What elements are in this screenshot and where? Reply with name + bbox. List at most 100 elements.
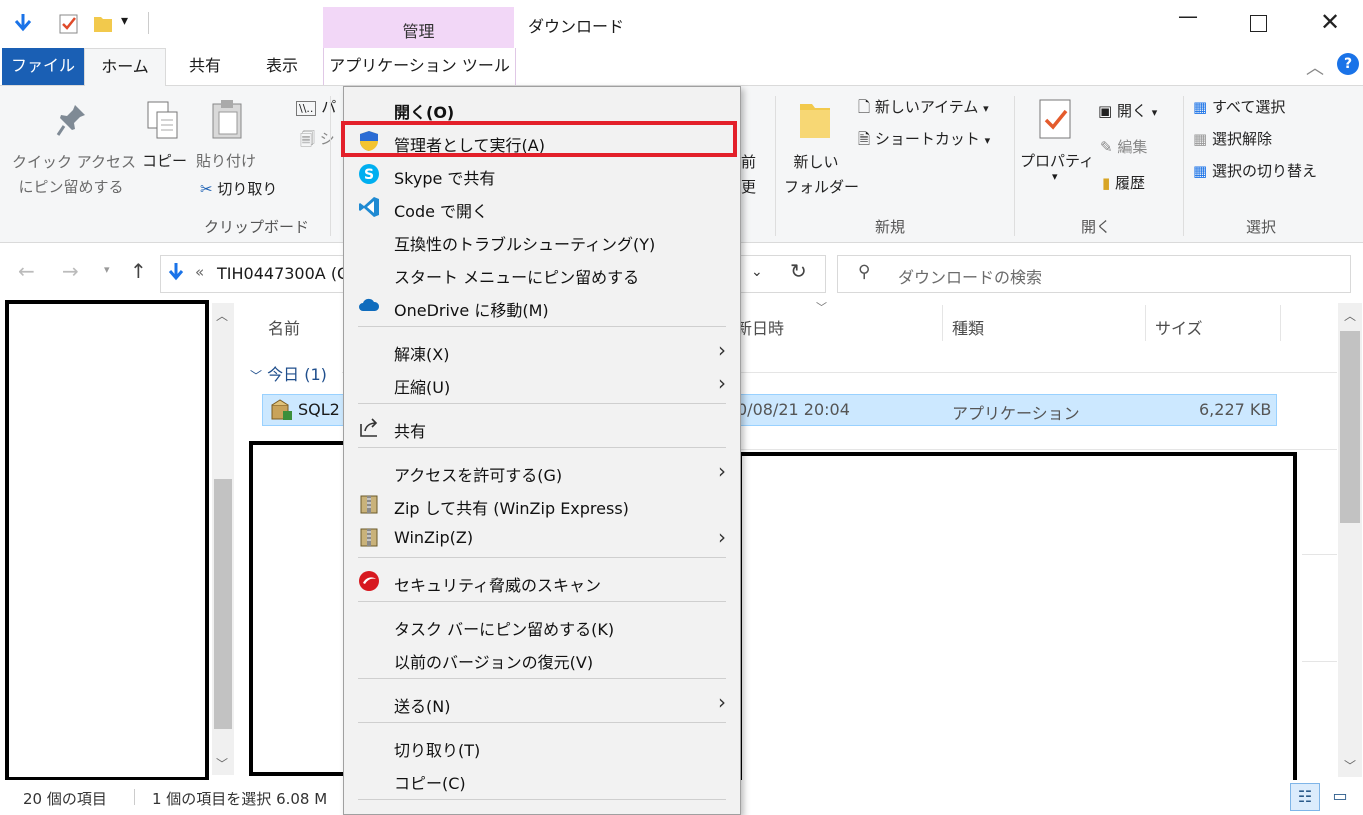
menu-item-move-onedrive[interactable]: OneDrive に移動(M) — [344, 289, 740, 322]
row-divider — [1302, 661, 1337, 662]
menu-item-send-to[interactable]: 送る(N) › — [344, 685, 740, 718]
menu-item-share[interactable]: 共有 — [344, 410, 740, 443]
title-divider — [148, 12, 149, 34]
history-label: 履歴 — [1115, 174, 1146, 192]
address-path[interactable]: TIH0447300A (C — [217, 264, 348, 283]
select-none-button[interactable]: ▦ 選択解除 — [1193, 128, 1272, 149]
ribbon-collapse-icon[interactable]: ︿ — [1306, 54, 1324, 80]
address-overflow-icon[interactable]: « — [195, 263, 204, 281]
address-dropdown-icon[interactable]: ⌄ — [751, 264, 763, 280]
column-header-name[interactable]: 名前 — [268, 315, 300, 339]
invert-selection-button[interactable]: ▦ 選択の切り替え — [1193, 160, 1317, 181]
scroll-down-icon[interactable]: ﹀ — [216, 755, 228, 772]
scroll-up-icon[interactable]: ︿ — [1344, 307, 1356, 324]
new-folder-button[interactable]: 新しい フォルダー — [784, 150, 859, 200]
new-item-button[interactable]: 🗋 新しいアイテム ▾ — [858, 96, 989, 122]
scroll-down-icon[interactable]: ﹀ — [1344, 757, 1356, 774]
menu-item-skype-share[interactable]: S Skype で共有 — [344, 157, 740, 190]
group-header-label: 今日 (1) — [267, 365, 327, 384]
column-header-size[interactable]: サイズ — [1155, 315, 1203, 339]
submenu-arrow-icon: › — [718, 338, 726, 362]
menu-item-give-access[interactable]: アクセスを許可する(G) › — [344, 454, 740, 487]
properties-button[interactable]: プロパティ — [1020, 150, 1094, 171]
list-scrollbar[interactable]: ︿ ﹀ — [1338, 303, 1362, 777]
recent-locations-icon[interactable]: ▾ — [104, 263, 110, 276]
pin-quick-access-button[interactable]: クイック アクセス にピン留めする — [12, 150, 136, 200]
tab-home[interactable]: ホーム — [84, 48, 166, 86]
quick-access-dropdown-icon[interactable]: ▾ — [121, 13, 128, 29]
menu-item-pin-start[interactable]: スタート メニューにピン留めする — [344, 256, 740, 289]
navigation-pane[interactable]: ︿ ﹀ — [0, 299, 238, 781]
title-bar: ▾ 管理 ダウンロード — ✕ — [0, 0, 1363, 48]
menu-item-label: コピー(C) — [394, 774, 466, 793]
open-label: 開く — [1116, 102, 1147, 120]
tab-share[interactable]: 共有 — [166, 48, 244, 85]
menu-item-open[interactable]: 開く(O) — [344, 91, 740, 124]
paste-button[interactable]: 貼り付け — [196, 150, 256, 171]
menu-item-winzip[interactable]: WinZip(Z) › — [344, 520, 740, 553]
scroll-thumb[interactable] — [1340, 331, 1360, 523]
history-button[interactable]: ▮ 履歴 — [1102, 172, 1145, 193]
menu-separator — [358, 799, 726, 800]
file-size: 6,227 KB — [1199, 400, 1272, 419]
search-input[interactable]: ダウンロードの検索 — [898, 264, 1042, 288]
search-box[interactable]: ⚲ ダウンロードの検索 — [837, 255, 1351, 293]
column-header-date[interactable]: 新日時 — [736, 315, 784, 339]
menu-item-label: Skype で共有 — [394, 169, 496, 188]
close-icon[interactable]: ✕ — [1320, 8, 1340, 36]
rename-button[interactable]: 前 更 — [741, 150, 756, 200]
menu-item-label: アクセスを許可する(G) — [394, 466, 563, 485]
menu-item-open-with-code[interactable]: Code で開く — [344, 190, 740, 223]
skype-icon: S — [359, 164, 379, 184]
menu-item-pin-taskbar[interactable]: タスク バーにピン留めする(K) — [344, 608, 740, 641]
minimize-icon[interactable]: — — [1178, 4, 1198, 28]
ribbon-divider — [1183, 96, 1184, 236]
tab-view[interactable]: 表示 — [244, 48, 320, 85]
select-all-button[interactable]: ▦ すべて選択 — [1193, 96, 1285, 117]
context-menu[interactable]: 開く(O) 管理者として実行(A) S Skype で共有 Code で開く 互… — [341, 86, 741, 815]
menu-item-label: 互換性のトラブルシューティング(Y) — [394, 235, 656, 254]
menu-item-label: Code で開く — [394, 202, 489, 221]
menu-item-copy[interactable]: コピー(C) — [344, 762, 740, 795]
cut-button[interactable]: ✂ 切り取り — [200, 178, 277, 199]
shortcut-button[interactable]: 🗎 ショートカット ▾ — [858, 128, 990, 154]
maximize-icon[interactable] — [1250, 15, 1267, 32]
menu-item-extract[interactable]: 解凍(X) › — [344, 333, 740, 366]
menu-item-compress[interactable]: 圧縮(U) › — [344, 366, 740, 399]
details-view-icon[interactable]: ☷ — [1290, 783, 1320, 811]
nav-scrollbar[interactable]: ︿ ﹀ — [212, 303, 234, 775]
help-icon[interactable]: ? — [1337, 53, 1359, 75]
refresh-icon[interactable]: ↻ — [790, 259, 807, 283]
menu-item-label: 以前のバージョンの復元(V) — [394, 653, 594, 672]
menu-item-troubleshoot-compat[interactable]: 互換性のトラブルシューティング(Y) — [344, 223, 740, 256]
menu-item-label: セキュリティ脅威のスキャン — [394, 576, 602, 595]
menu-item-cut[interactable]: 切り取り(T) — [344, 729, 740, 762]
properties-check-icon[interactable] — [59, 12, 79, 34]
menu-item-zip-share[interactable]: Zip して共有 (WinZip Express) — [344, 487, 740, 520]
menu-item-security-scan[interactable]: セキュリティ脅威のスキャン — [344, 564, 740, 597]
tab-application-tools[interactable]: アプリケーション ツール — [323, 48, 516, 85]
properties-dropdown-icon[interactable]: ▾ — [1052, 170, 1058, 183]
column-header-type[interactable]: 種類 — [952, 315, 984, 339]
large-icons-view-icon[interactable]: ▭ — [1326, 783, 1354, 809]
ribbon-tab-row: ファイル ホーム 共有 表示 アプリケーション ツール ︿ ? — [0, 48, 1363, 86]
menu-item-restore-versions[interactable]: 以前のバージョンの復元(V) — [344, 641, 740, 674]
up-icon[interactable]: ↑ — [130, 259, 147, 283]
history-icon: ▮ — [1102, 174, 1111, 192]
scroll-thumb[interactable] — [214, 479, 232, 729]
redacted-region — [738, 452, 1297, 785]
tab-file[interactable]: ファイル — [2, 48, 84, 85]
folder-icon[interactable] — [93, 12, 113, 34]
trendmicro-icon — [359, 571, 379, 591]
download-arrow-icon[interactable] — [12, 12, 34, 34]
scroll-up-icon[interactable]: ︿ — [216, 307, 228, 324]
forward-icon[interactable]: → — [62, 259, 79, 283]
edit-button[interactable]: ✎ 編集 — [1100, 136, 1147, 157]
menu-item-label: 圧縮(U) — [394, 378, 451, 397]
file-name[interactable]: SQL2 — [298, 400, 340, 419]
menu-item-label: 共有 — [394, 422, 427, 441]
open-button[interactable]: ▣ 開く ▾ — [1098, 100, 1157, 121]
back-icon[interactable]: ← — [18, 259, 35, 283]
group-header-today[interactable]: ﹀ 今日 (1) — [250, 361, 327, 385]
copy-button[interactable]: コピー — [142, 150, 187, 171]
